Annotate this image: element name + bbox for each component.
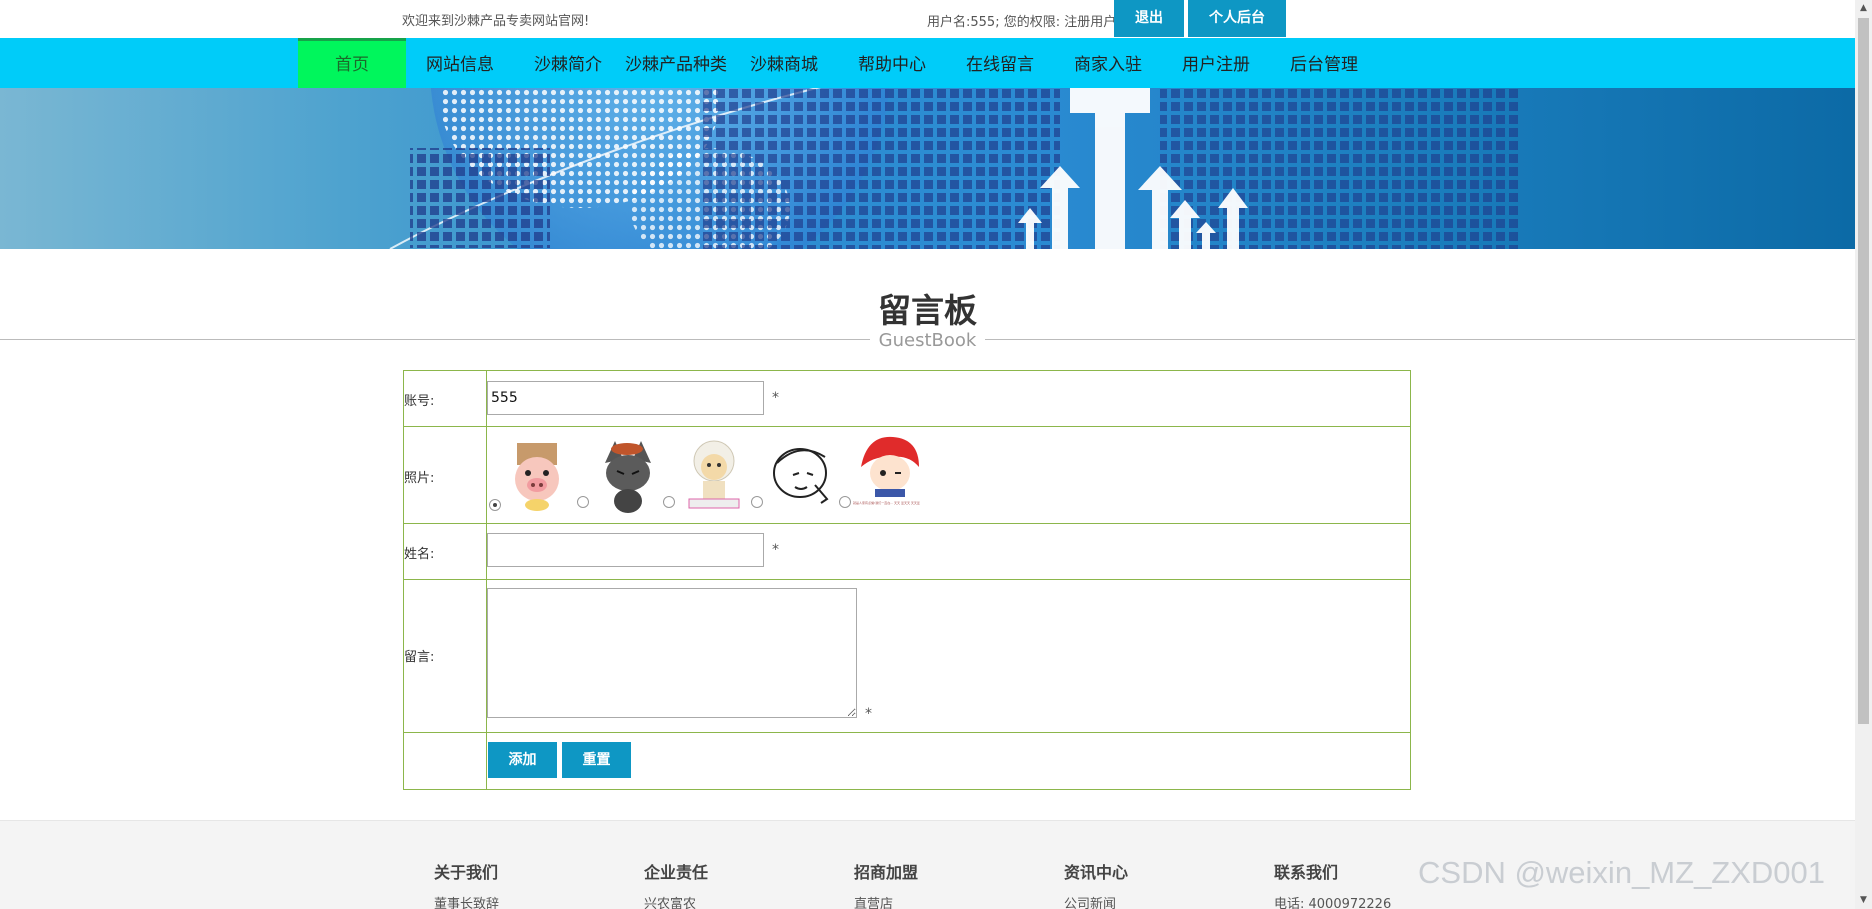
nav-item-home[interactable]: 首页 [298,38,406,88]
nav-item-help[interactable]: 帮助中心 [838,38,946,88]
scroll-up-arrow-icon[interactable]: ▲ [1855,0,1872,17]
form-row-name: 姓名: * [404,524,1410,580]
account-field-cell: * [487,371,1410,426]
message-required-mark: * [865,706,872,722]
form-row-actions: 添加 重置 [404,733,1410,789]
photo-label: 照片: [404,471,435,486]
page-title: 留言板 [878,291,977,330]
reset-button[interactable]: 重置 [562,742,631,778]
sheep-avatar-icon[interactable] [677,433,751,513]
name-input[interactable] [487,533,764,567]
page-subtitle: GuestBook [870,330,985,351]
csdn-watermark: CSDN @weixin_MZ_ZXD001 [1418,855,1826,890]
footer-link-news[interactable]: 公司新闻 [1064,893,1116,909]
page-scrollbar[interactable]: ▲ ▼ [1855,0,1872,909]
account-required-mark: * [772,390,779,406]
photo-options-cell: 就是人家有点懒!我们一直在... 天天 爱天天 天天爱 [487,427,1410,523]
photo-radio-2[interactable] [577,496,589,508]
message-label: 留言: [404,650,435,665]
name-field-cell: * [487,524,1410,579]
actions-label-cell [404,733,487,789]
nav-item-mall[interactable]: 沙棘商城 [732,38,836,88]
footer-heading-contact: 联系我们 [1274,863,1339,882]
user-info: 用户名:555; 您的权限: 注册用户 [927,15,1117,30]
scrollbar-thumb[interactable] [1858,18,1869,724]
browser-viewport: 欢迎来到沙棘产品专卖网站官网! 用户名:555; 您的权限: 注册用户 退出 个… [0,0,1855,909]
account-label: 账号: [404,394,435,409]
nav-item-intro[interactable]: 沙棘简介 [514,38,622,88]
add-button[interactable]: 添加 [488,742,557,778]
message-textarea[interactable] [487,588,857,718]
wolf-avatar-icon[interactable] [591,433,665,513]
pig-avatar-icon[interactable] [503,433,577,513]
message-field-cell: * [487,580,1410,732]
message-label-cell: 留言: [404,580,487,732]
nav-item-products[interactable]: 沙棘产品种类 [620,38,732,88]
footer-link-franchise[interactable]: 直营店 [854,893,893,909]
photo-radio-5[interactable] [839,496,851,508]
form-row-account: 账号: * [404,371,1410,427]
scroll-down-arrow-icon[interactable]: ▼ [1855,892,1872,909]
nav-item-site-info[interactable]: 网站信息 [406,38,514,88]
guestbook-form: 账号: * 照片: [403,370,1411,790]
red-hair-boy-avatar-caption: 就是人家有点懒!我们一直在... 天天 爱天天 天天爱 [853,501,920,505]
footer-link-responsibility[interactable]: 兴农富农 [644,893,696,909]
sketch-face-avatar-icon[interactable] [765,433,839,513]
photo-radio-4[interactable] [751,496,763,508]
nav-item-register[interactable]: 用户注册 [1162,38,1270,88]
top-bar: 欢迎来到沙棘产品专卖网站官网! 用户名:555; 您的权限: 注册用户 退出 个… [0,0,1855,38]
photo-radio-1[interactable] [489,499,501,511]
main-nav: 首页 网站信息 沙棘简介 沙棘产品种类 沙棘商城 帮助中心 在线留言 商家入驻 … [0,38,1855,88]
footer-heading-news: 资讯中心 [1064,863,1129,882]
footer-heading-responsibility: 企业责任 [644,863,709,882]
footer-contact-phone: 电话: 4000972226 [1274,897,1392,909]
name-required-mark: * [772,542,779,558]
form-row-message: 留言: * [404,580,1410,733]
account-input[interactable] [487,381,764,415]
logout-button[interactable]: 退出 [1114,0,1184,37]
nav-item-admin[interactable]: 后台管理 [1270,38,1378,88]
name-label: 姓名: [404,547,435,562]
welcome-text: 欢迎来到沙棘产品专卖网站官网! [402,14,590,29]
photo-radio-3[interactable] [663,496,675,508]
subtitle-divider-left [0,339,875,340]
actions-cell: 添加 重置 [487,733,1410,789]
name-label-cell: 姓名: [404,524,487,579]
footer-heading-franchise: 招商加盟 [854,863,919,882]
banner-graphic [389,88,1520,249]
photo-label-cell: 照片: [404,427,487,523]
footer-link-about[interactable]: 董事长致辞 [434,893,499,909]
nav-item-merchant[interactable]: 商家入驻 [1054,38,1162,88]
subtitle-divider-right [980,339,1855,340]
form-row-photo: 照片: 就是人家有点懒!我们一直在... 天天 爱天天 天天爱 [404,427,1410,524]
subtitle-row: GuestBook [0,330,1855,354]
hero-banner [0,88,1855,249]
nav-item-guestbook[interactable]: 在线留言 [946,38,1054,88]
footer-heading-about: 关于我们 [434,863,499,882]
personal-center-button[interactable]: 个人后台 [1188,0,1286,37]
account-label-cell: 账号: [404,371,487,426]
